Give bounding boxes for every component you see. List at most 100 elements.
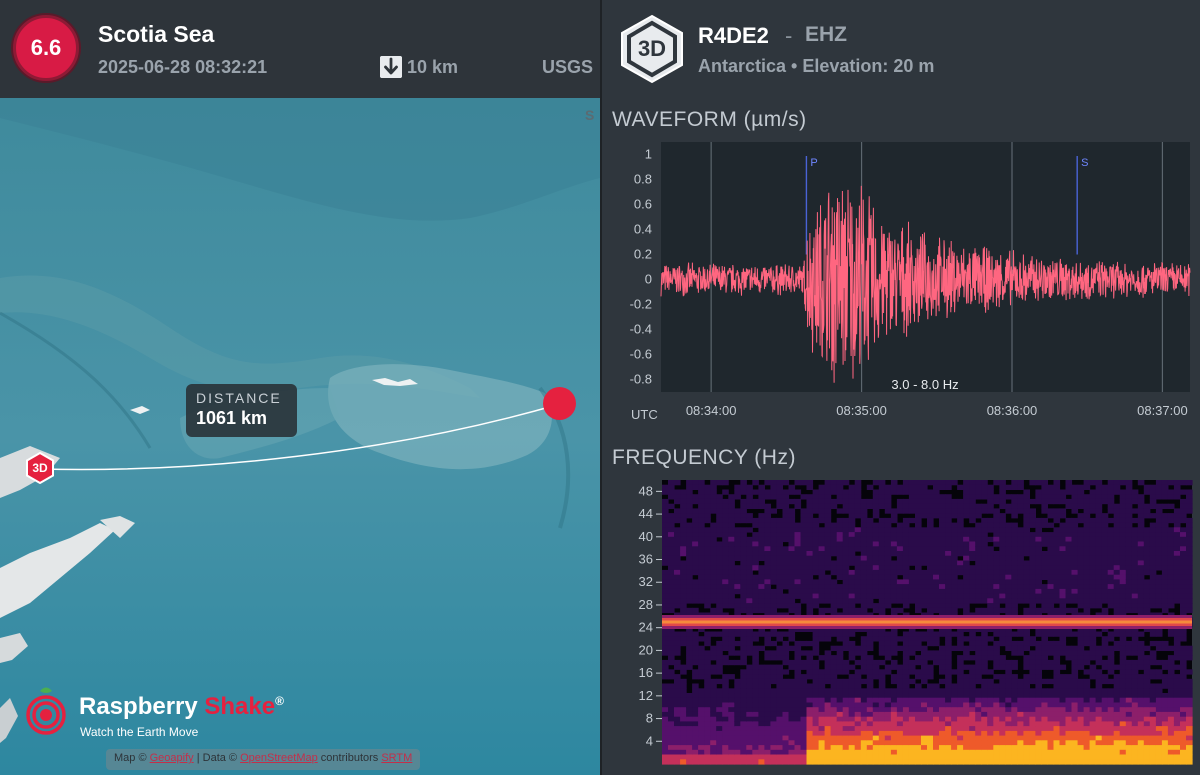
waveform-chart[interactable]: 10.80.60.40.20-0.2-0.4-0.6-0.8 08:34:00 0… [602,130,1200,422]
spectrogram-cell [921,726,928,732]
spectrogram-cell [782,579,790,585]
spectrogram-cell [927,574,934,580]
spectrogram-cell [758,674,765,680]
spectrogram-cell [722,532,729,538]
spectrogram-cell [842,569,850,576]
spectrogram-cell [734,749,741,756]
spectrogram-cell [993,721,1000,727]
spectrogram-cell [896,498,904,505]
spectrogram-cell [848,716,856,722]
spectrogram-cell [915,659,922,666]
spectrogram-cell [842,730,850,737]
spectrogram-cell [854,707,862,713]
spectrogram-cell [710,565,717,571]
spectrogram-cell [1065,693,1073,699]
attribution-link-geoapify[interactable]: Geoapify [150,752,194,764]
spectrogram-cell [794,593,802,599]
spectrogram-chart[interactable]: 4844403632282420161284 [602,474,1200,775]
spectrogram-cell [969,702,976,708]
spectrogram-cell [1101,702,1109,708]
spectrogram-cell [710,555,717,561]
spectrogram-cell [818,584,826,590]
spectrogram-cell [1059,498,1067,505]
spectrogram-cell [854,555,862,561]
spectrogram-cell [800,702,808,708]
spectrogram-cell [1167,536,1175,543]
spectrogram-cell [1167,716,1175,722]
spectrogram-cell [860,565,868,571]
station-marker[interactable]: 3D [24,451,56,489]
spectrogram-cell [812,541,820,547]
spectrogram-cell [770,745,777,751]
spectrogram-cell [1161,674,1169,680]
spectrogram-cell [1113,527,1121,533]
spectrogram-cell [686,645,693,651]
spectrogram-cell [854,584,862,590]
waveform-y-tick-label: 1 [645,147,652,162]
spectrogram-cell [1041,593,1048,599]
spectrogram-cell [704,640,711,647]
spectrogram-cell [1077,640,1085,647]
waveform-time-axis-label: UTC [631,407,658,422]
spectrogram-cell [1089,702,1097,708]
spectrogram-cell [806,480,814,486]
spectrogram-cell [927,565,934,571]
attribution-link-srtm[interactable]: SRTM [381,752,412,764]
spectrogram-cell [1155,683,1163,689]
spectrogram-cell [662,650,669,656]
spectrogram-cell [680,494,687,500]
spectrogram-cell [800,593,808,599]
spectrogram-cell [830,551,838,557]
spectrogram-cell [818,754,826,760]
spectrogram-cell [788,745,796,751]
spectrogram-cell [957,532,964,538]
spectrogram-cell [939,631,946,637]
spectrogram-cell [692,598,699,604]
spectrogram-cell [1137,745,1145,751]
spectrogram-cell [662,551,669,557]
spectrogram-cell [686,546,693,552]
spectrogram-cell [800,517,808,524]
epicenter-marker[interactable] [543,387,576,420]
spectrogram-cell [704,726,711,732]
spectrogram-cell [812,532,820,538]
spectrogram-cell [788,588,796,595]
spectrogram-cell [1047,598,1055,604]
spectrogram-cell [1131,759,1139,765]
spectrogram-cell [818,740,826,746]
map-view[interactable]: S DISTANCE 1061 km 3D Raspberry Shake® W… [0,98,600,775]
spectrogram-cell [1137,631,1145,637]
spectrogram-cell [830,489,838,495]
spectrogram-cell [1155,740,1163,746]
spectrogram-cell [1071,588,1079,595]
spectrogram-cell [902,664,910,670]
spectrogram-cell [1041,536,1048,543]
spectrogram-cell [860,569,868,576]
spectrogram-cell [830,721,838,727]
spectrogram-cell [999,522,1006,528]
spectrogram-cell [999,569,1006,576]
spectrogram-cell [758,693,765,699]
attribution-link-osm[interactable]: OpenStreetMap [240,752,318,764]
spectrogram-cell [939,678,946,685]
spectrogram-cell [1149,494,1157,500]
spectrogram-cell [1029,574,1036,580]
spectrogram-cell [933,579,940,585]
spectrogram-cell [1173,702,1181,708]
spectrogram-cell [728,494,735,500]
spectrogram-cell [939,730,946,737]
spectrogram-cell [710,560,717,566]
spectrogram-cell [1167,745,1175,751]
spectrogram-cell [1059,650,1067,656]
spectrogram-cell [1083,678,1091,685]
spectrogram-cell [848,498,856,505]
spectrogram-cell [872,480,880,486]
spectrogram-cell [939,546,946,552]
spectrogram-cell [830,659,838,666]
spectrogram-cell [999,574,1006,580]
spectrogram-cell [945,560,952,566]
spectrogram-cell [704,498,711,505]
spectrogram-cell [728,584,735,590]
waveform-y-tick-label: 0 [645,272,652,287]
spectrogram-cell [722,565,729,571]
